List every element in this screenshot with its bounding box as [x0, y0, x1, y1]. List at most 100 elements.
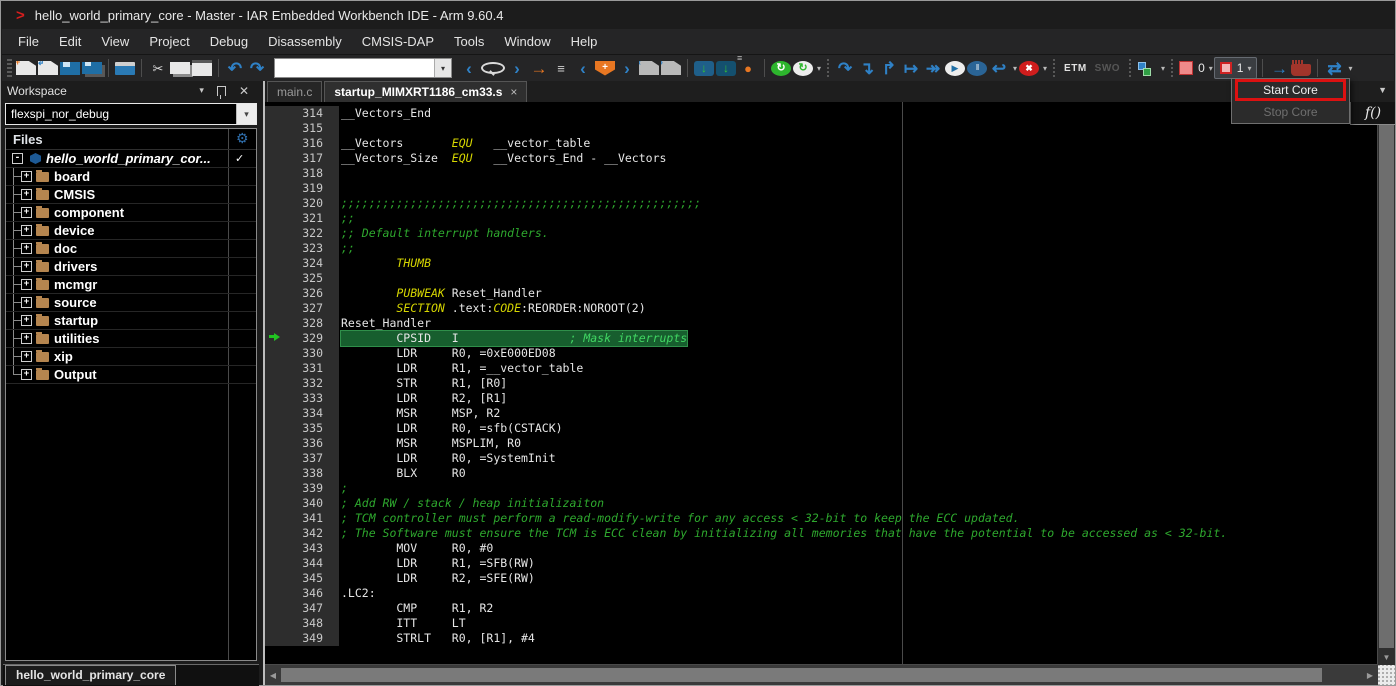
- break-icon[interactable]: ‖: [967, 61, 987, 76]
- code-line[interactable]: 319: [265, 181, 1378, 196]
- go-to-icon[interactable]: →: [529, 57, 549, 79]
- line-number-gutter[interactable]: 328: [265, 316, 339, 331]
- tree-row-component[interactable]: +component: [6, 204, 256, 222]
- workspace-close-icon[interactable]: ✕: [233, 84, 255, 98]
- step-into-icon[interactable]: ↴: [857, 57, 877, 79]
- new-file-icon[interactable]: +: [16, 61, 36, 75]
- debug-without-downloading-icon[interactable]: ↓: [716, 61, 736, 76]
- scroll-right-icon[interactable]: ▶: [1362, 671, 1378, 680]
- line-number-gutter[interactable]: 331: [265, 361, 339, 376]
- vertical-scrollbar[interactable]: ▲ ▼: [1377, 102, 1395, 665]
- line-number-gutter[interactable]: 314: [265, 106, 339, 121]
- line-number-gutter[interactable]: 335: [265, 421, 339, 436]
- code-line[interactable]: 320;;;;;;;;;;;;;;;;;;;;;;;;;;;;;;;;;;;;;…: [265, 196, 1378, 211]
- tree-row-startup[interactable]: +startup: [6, 312, 256, 330]
- line-number-gutter[interactable]: 344: [265, 556, 339, 571]
- undo-icon[interactable]: ↶: [225, 57, 245, 79]
- save-all-icon[interactable]: [82, 62, 102, 74]
- tree-row-device[interactable]: +device: [6, 222, 256, 240]
- tree-row-drivers[interactable]: +drivers: [6, 258, 256, 276]
- nav-forward-icon[interactable]: ›: [507, 57, 527, 79]
- paste-icon[interactable]: [192, 60, 212, 76]
- resize-grip[interactable]: [1378, 665, 1395, 685]
- workspace-bottom-tab[interactable]: hello_world_primary_core: [5, 665, 176, 685]
- led-indicator-0-icon[interactable]: 0: [1179, 57, 1205, 79]
- expand-box[interactable]: +: [21, 279, 32, 290]
- code-line[interactable]: 322;; Default interrupt handlers.: [265, 226, 1378, 241]
- line-number-gutter[interactable]: 347: [265, 601, 339, 616]
- line-number-gutter[interactable]: 340: [265, 496, 339, 511]
- line-number-gutter[interactable]: 322: [265, 226, 339, 241]
- code-line[interactable]: 325: [265, 271, 1378, 286]
- tree-row-project[interactable]: -hello_world_primary_cor...✓: [6, 150, 256, 168]
- expand-box[interactable]: +: [21, 225, 32, 236]
- vertical-scroll-thumb[interactable]: [1379, 119, 1394, 648]
- code-line[interactable]: 330 LDR R0, =0xE000ED08: [265, 346, 1378, 361]
- dropdown-caret-icon[interactable]: ▾: [1013, 64, 1017, 73]
- run-to-main-icon[interactable]: →: [1269, 57, 1289, 79]
- attach-to-running-target-icon[interactable]: ●≡: [738, 57, 758, 79]
- reset-alt-icon[interactable]: ↻: [793, 61, 813, 76]
- tab-startup_MIMXRT1186_cm33.s[interactable]: startup_MIMXRT1186_cm33.s×: [324, 81, 527, 102]
- line-number-gutter[interactable]: 330: [265, 346, 339, 361]
- line-number-gutter[interactable]: 339: [265, 481, 339, 496]
- tree-row-mcmgr[interactable]: +mcmgr: [6, 276, 256, 294]
- tree-row-cmsis[interactable]: +CMSIS: [6, 186, 256, 204]
- horizontal-scrollbar[interactable]: ◀ ▶: [265, 664, 1378, 685]
- code-line[interactable]: 348 ITT LT: [265, 616, 1378, 631]
- menu-view[interactable]: View: [91, 31, 139, 52]
- code-line[interactable]: 338 BLX R0: [265, 466, 1378, 481]
- step-over-icon[interactable]: ↷: [835, 57, 855, 79]
- redo-icon[interactable]: ↷: [247, 57, 267, 79]
- code-line[interactable]: 316__Vectors EQU __vector_table: [265, 136, 1378, 151]
- menu-project[interactable]: Project: [139, 31, 199, 52]
- run-to-cursor-icon[interactable]: ↠: [923, 57, 943, 79]
- find-icon[interactable]: [481, 62, 505, 74]
- menu-debug[interactable]: Debug: [200, 31, 258, 52]
- code-line[interactable]: 336 MSR MSPLIM, R0: [265, 436, 1378, 451]
- prev-bookmark-icon[interactable]: ‹: [573, 57, 593, 79]
- chevron-down-icon[interactable]: ▾: [236, 104, 256, 124]
- multicore-core-1-pressed-button[interactable]: 1▾: [1214, 57, 1258, 79]
- line-number-gutter[interactable]: 326: [265, 286, 339, 301]
- line-number-gutter[interactable]: 321: [265, 211, 339, 226]
- tab-main.c[interactable]: main.c: [267, 81, 322, 102]
- line-number-gutter[interactable]: 315: [265, 121, 339, 136]
- code-line[interactable]: 342; The Software must ensure the TCM is…: [265, 526, 1378, 541]
- prev-document-icon[interactable]: ‹: [639, 61, 659, 75]
- horizontal-scroll-thumb[interactable]: [281, 668, 1322, 682]
- code-line[interactable]: 321;;: [265, 211, 1378, 226]
- expand-box[interactable]: +: [21, 207, 32, 218]
- tree-row-output[interactable]: +Output: [6, 366, 256, 384]
- line-number-gutter[interactable]: 342: [265, 526, 339, 541]
- tree-row-utilities[interactable]: +utilities: [6, 330, 256, 348]
- line-number-gutter[interactable]: 338: [265, 466, 339, 481]
- code-line[interactable]: 335 LDR R0, =sfb(CSTACK): [265, 421, 1378, 436]
- code-area[interactable]: 314__Vectors_End315316__Vectors EQU __ve…: [265, 102, 1395, 665]
- line-number-gutter[interactable]: 329: [265, 331, 339, 346]
- breakpoints-icon[interactable]: [1137, 61, 1157, 76]
- dropdown-caret-icon[interactable]: ▾: [1161, 64, 1165, 73]
- dropdown-caret-icon[interactable]: ▾: [1247, 64, 1251, 73]
- line-number-gutter[interactable]: 320: [265, 196, 339, 211]
- next-document-icon[interactable]: ›: [661, 61, 681, 75]
- dropdown-caret-icon[interactable]: ▾: [1209, 64, 1213, 73]
- code-line[interactable]: 339;: [265, 481, 1378, 496]
- gear-icon[interactable]: ⚙: [236, 131, 249, 145]
- line-number-gutter[interactable]: 346: [265, 586, 339, 601]
- download-and-debug-icon[interactable]: ↓: [694, 61, 714, 76]
- tree-row-xip[interactable]: +xip: [6, 348, 256, 366]
- cut-icon[interactable]: ✂: [148, 57, 168, 79]
- tree-row-doc[interactable]: +doc: [6, 240, 256, 258]
- menu-help[interactable]: Help: [561, 31, 608, 52]
- line-number-gutter[interactable]: 341: [265, 511, 339, 526]
- tab-close-icon[interactable]: ×: [510, 85, 517, 99]
- workspace-menu-icon[interactable]: ▾: [193, 85, 210, 96]
- line-number-gutter[interactable]: 324: [265, 256, 339, 271]
- code-line[interactable]: 333 LDR R2, [R1]: [265, 391, 1378, 406]
- stop-debugging-icon[interactable]: ✖: [1019, 61, 1039, 76]
- line-number-gutter[interactable]: 316: [265, 136, 339, 151]
- expand-box[interactable]: +: [21, 315, 32, 326]
- code-line[interactable]: 329 CPSID I ; Mask interrupts: [265, 331, 1378, 346]
- copy-icon[interactable]: [170, 62, 190, 74]
